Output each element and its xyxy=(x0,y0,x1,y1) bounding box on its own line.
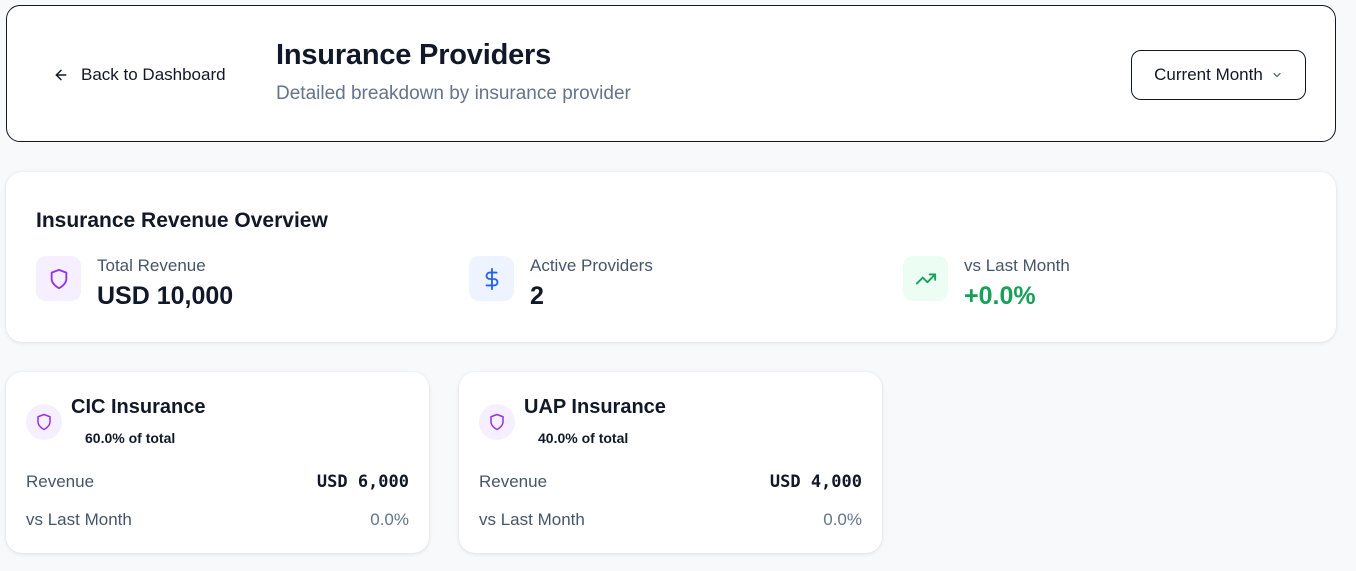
provider-revenue-row: Revenue USD 6,000 xyxy=(26,471,409,493)
provider-change-row: vs Last Month 0.0% xyxy=(26,509,409,531)
change-label: vs Last Month xyxy=(479,510,585,529)
trending-up-icon xyxy=(915,273,936,284)
period-select[interactable]: Current Month xyxy=(1131,50,1306,100)
revenue-value: USD 6,000 xyxy=(316,472,409,492)
revenue-label: Revenue xyxy=(479,472,548,491)
stat-label: vs Last Month xyxy=(964,256,1070,275)
stat-vs-last-month: vs Last Month +0.0% xyxy=(903,256,1070,311)
revenue-label: Revenue xyxy=(26,472,95,491)
stat-label: Total Revenue xyxy=(97,256,206,275)
stat-value: +0.0% xyxy=(964,282,1036,310)
chevron-down-icon xyxy=(1273,72,1281,78)
provider-change-row: vs Last Month 0.0% xyxy=(479,509,862,531)
provider-share: 60.0% of total xyxy=(85,430,176,446)
stat-value: USD 10,000 xyxy=(97,282,234,310)
stat-value: 2 xyxy=(530,282,544,310)
change-value: 0.0% xyxy=(370,510,409,529)
page-subtitle: Detailed breakdown by insurance provider xyxy=(276,83,631,104)
shield-icon xyxy=(490,413,504,431)
provider-name: UAP Insurance xyxy=(524,396,666,418)
provider-share: 40.0% of total xyxy=(538,430,629,446)
provider-card-cic[interactable]: CIC Insurance 60.0% of total Revenue USD… xyxy=(6,372,429,553)
period-select-value: Current Month xyxy=(1154,65,1263,84)
title-block: Insurance Providers Detailed breakdown b… xyxy=(276,39,631,105)
provider-name: CIC Insurance xyxy=(71,396,206,418)
provider-icon-box xyxy=(479,404,515,440)
stat-total-revenue: Total Revenue USD 10,000 xyxy=(36,256,233,311)
change-label: vs Last Month xyxy=(26,510,132,529)
stat-icon-box xyxy=(36,256,81,301)
overview-title: Insurance Revenue Overview xyxy=(36,209,328,232)
stat-icon-box xyxy=(903,256,948,301)
dollar-icon xyxy=(485,267,498,290)
change-value: 0.0% xyxy=(823,510,862,529)
revenue-value: USD 4,000 xyxy=(769,472,862,492)
stat-icon-box xyxy=(469,256,514,301)
revenue-overview-card: Insurance Revenue Overview Total Revenue… xyxy=(6,172,1336,342)
shield-icon xyxy=(50,268,67,289)
provider-revenue-row: Revenue USD 4,000 xyxy=(479,471,862,493)
shield-icon xyxy=(37,413,51,431)
stat-label: Active Providers xyxy=(530,256,653,275)
stat-active-providers: Active Providers 2 xyxy=(469,256,653,311)
provider-icon-box xyxy=(26,404,62,440)
back-to-dashboard-link[interactable]: Back to Dashboard xyxy=(53,64,226,86)
page-header: Back to Dashboard Insurance Providers De… xyxy=(6,5,1336,142)
page-title: Insurance Providers xyxy=(276,39,552,71)
provider-card-uap[interactable]: UAP Insurance 40.0% of total Revenue USD… xyxy=(459,372,882,553)
arrow-left-icon xyxy=(55,69,67,81)
back-label: Back to Dashboard xyxy=(81,65,226,84)
